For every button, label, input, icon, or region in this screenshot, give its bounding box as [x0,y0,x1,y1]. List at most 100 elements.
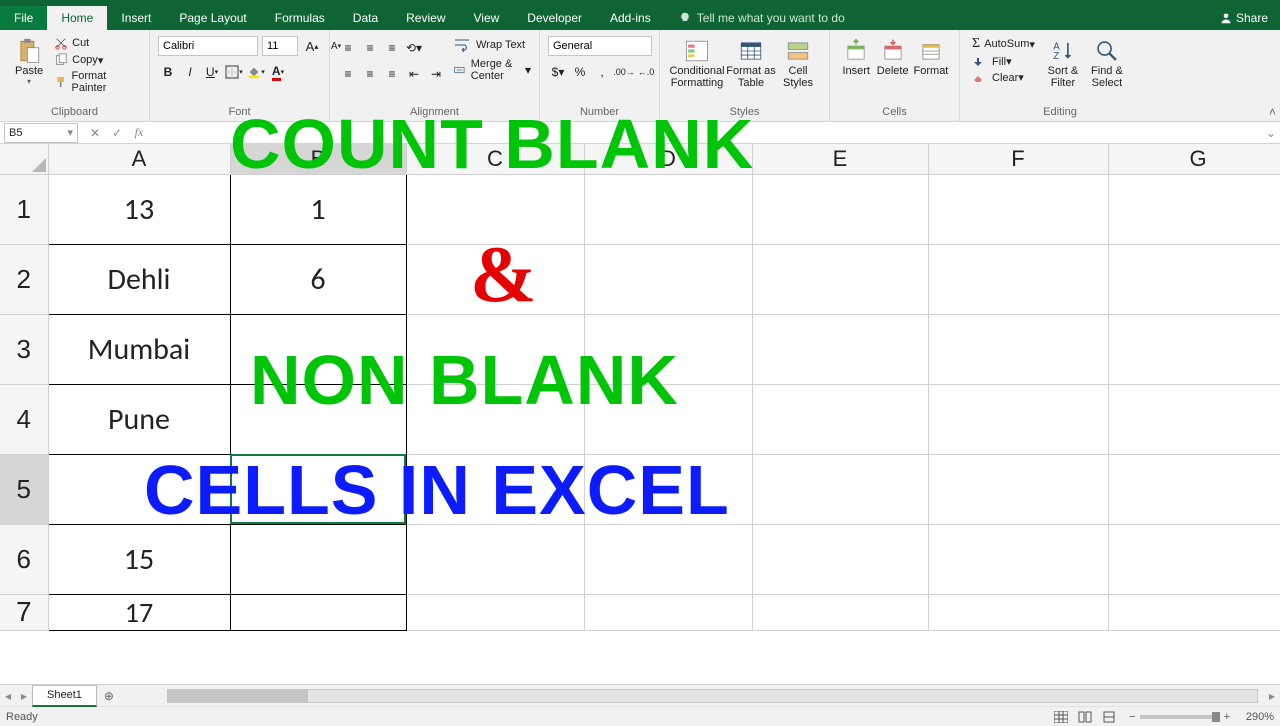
cell-G6[interactable] [1108,524,1280,594]
expand-formula-bar-button[interactable]: ⌄ [1262,126,1280,140]
zoom-slider[interactable] [1140,715,1220,719]
tab-view[interactable]: View [460,6,514,30]
clear-button[interactable]: Clear ▾ [972,71,1035,84]
cell-G7[interactable] [1108,594,1280,630]
comma-button[interactable]: , [592,62,612,82]
align-right-button[interactable]: ≡ [382,64,402,84]
cancel-formula-button[interactable]: ✕ [84,122,106,144]
bold-button[interactable]: B [158,62,178,82]
cell-F1[interactable] [928,174,1108,244]
cell-G4[interactable] [1108,384,1280,454]
tell-me-search[interactable]: Tell me what you want to do [665,6,1208,30]
cell-D1[interactable] [584,174,752,244]
number-format-select[interactable] [548,36,652,56]
cell-G3[interactable] [1108,314,1280,384]
row-header-6[interactable]: 6 [0,524,48,594]
delete-cells-button[interactable]: Delete [874,34,910,78]
row-header-3[interactable]: 3 [0,314,48,384]
col-header-F[interactable]: F [928,144,1108,174]
scroll-right-button[interactable]: ▸ [1264,689,1280,703]
cell-E3[interactable] [752,314,928,384]
add-sheet-button[interactable]: ⊕ [97,689,121,703]
cell-D7[interactable] [584,594,752,630]
fill-color-button[interactable]: ▾ [246,62,266,82]
cut-button[interactable]: Cut [54,36,141,50]
cell-C7[interactable] [406,594,584,630]
cell-E2[interactable] [752,244,928,314]
cell-A4[interactable]: Pune [48,384,230,454]
sheet-nav-prev[interactable]: ◂ [0,689,16,703]
name-box[interactable]: B5▾ [4,123,78,143]
sheet-tab-1[interactable]: Sheet1 [32,685,97,707]
zoom-level[interactable]: 290% [1234,711,1274,723]
sheet-nav-next[interactable]: ▸ [16,689,32,703]
cell-A6[interactable]: 15 [48,524,230,594]
align-center-button[interactable]: ≡ [360,64,380,84]
enter-formula-button[interactable]: ✓ [106,122,128,144]
cell-E4[interactable] [752,384,928,454]
orientation-button[interactable]: ⟲▾ [404,38,424,58]
horizontal-scrollbar[interactable] [167,689,1258,703]
cell-A2[interactable]: Dehli [48,244,230,314]
col-header-E[interactable]: E [752,144,928,174]
cell-F3[interactable] [928,314,1108,384]
cell-F6[interactable] [928,524,1108,594]
tab-addins[interactable]: Add-ins [596,6,665,30]
format-painter-button[interactable]: Format Painter [54,70,141,94]
font-color-button[interactable]: A▾ [268,62,288,82]
align-top-button[interactable]: ≡ [338,38,358,58]
align-left-button[interactable]: ≡ [338,64,358,84]
tab-home[interactable]: Home [47,6,107,30]
font-name-select[interactable] [158,36,258,56]
cell-F4[interactable] [928,384,1108,454]
cell-A7[interactable]: 17 [48,594,230,630]
normal-view-button[interactable] [1050,709,1072,725]
tab-insert[interactable]: Insert [107,6,165,30]
cell-F7[interactable] [928,594,1108,630]
find-select-button[interactable]: Find & Select [1085,34,1129,89]
align-middle-button[interactable]: ≡ [360,38,380,58]
page-break-view-button[interactable] [1098,709,1120,725]
cell-B7[interactable] [230,594,406,630]
tab-review[interactable]: Review [392,6,459,30]
cell-E6[interactable] [752,524,928,594]
col-header-G[interactable]: G [1108,144,1280,174]
cell-A3[interactable]: Mumbai [48,314,230,384]
tab-file[interactable]: File [0,6,47,30]
cell-G1[interactable] [1108,174,1280,244]
cell-A1[interactable]: 13 [48,174,230,244]
cell-E5[interactable] [752,454,928,524]
format-as-table-button[interactable]: Format as Table [726,34,776,89]
indent-decrease-button[interactable]: ⇤ [404,64,424,84]
select-all-corner[interactable] [0,144,48,174]
zoom-out-button[interactable]: − [1129,711,1135,723]
zoom-in-button[interactable]: + [1224,711,1230,723]
merge-center-button[interactable]: Merge & Center ▾ [454,58,531,82]
underline-button[interactable]: U ▾ [202,62,222,82]
percent-button[interactable]: % [570,62,590,82]
align-bottom-button[interactable]: ≡ [382,38,402,58]
cell-E1[interactable] [752,174,928,244]
currency-button[interactable]: $▾ [548,62,568,82]
cell-B6[interactable] [230,524,406,594]
borders-button[interactable]: ▾ [224,62,244,82]
insert-function-button[interactable]: fx [128,122,150,144]
grow-font-button[interactable]: A▴ [302,36,322,56]
indent-increase-button[interactable]: ⇥ [426,64,446,84]
autosum-button[interactable]: ΣAutoSum ▾ [972,36,1035,52]
cell-G2[interactable] [1108,244,1280,314]
fill-button[interactable]: Fill ▾ [972,55,1035,68]
cell-B2[interactable]: 6 [230,244,406,314]
insert-cells-button[interactable]: Insert [838,34,874,78]
wrap-text-button[interactable]: Wrap Text [454,38,531,52]
italic-button[interactable]: I [180,62,200,82]
tab-developer[interactable]: Developer [513,6,596,30]
tab-page-layout[interactable]: Page Layout [165,6,260,30]
page-layout-view-button[interactable] [1074,709,1096,725]
cell-E7[interactable] [752,594,928,630]
row-header-4[interactable]: 4 [0,384,48,454]
increase-decimal-button[interactable]: .00→ [614,62,634,82]
cell-F5[interactable] [928,454,1108,524]
row-header-5[interactable]: 5 [0,454,48,524]
cell-D2[interactable] [584,244,752,314]
